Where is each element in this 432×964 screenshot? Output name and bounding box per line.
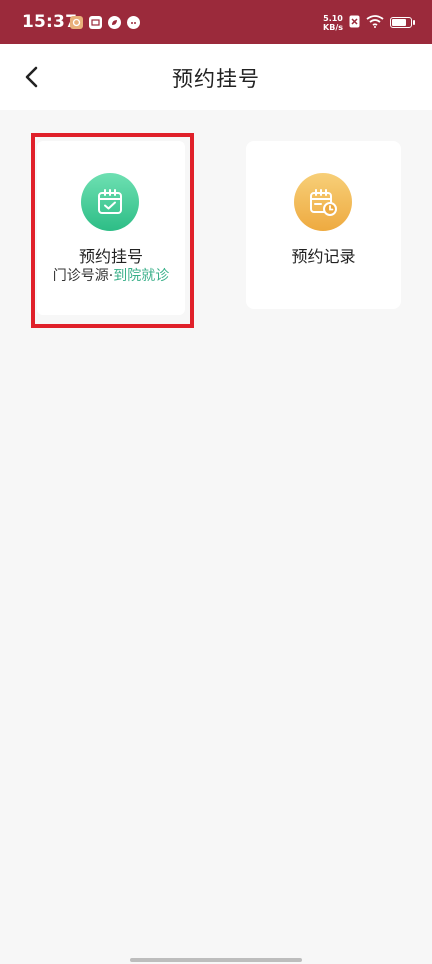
system-icons: 5.10 KB/s xyxy=(323,13,415,32)
records-icon-circle xyxy=(294,173,352,231)
network-speed-unit: KB/s xyxy=(323,22,343,32)
message-notification-icon xyxy=(89,16,102,29)
subtitle-main: 门诊号源 xyxy=(52,268,109,284)
leaf-notification-icon xyxy=(108,16,121,29)
notification-icons xyxy=(70,16,140,29)
cat-notification-icon xyxy=(127,16,140,29)
app-notification-icon xyxy=(70,16,83,29)
register-icon-circle xyxy=(81,173,139,231)
subtitle-accent: 到院就诊 xyxy=(113,268,170,284)
calendar-check-icon xyxy=(98,189,122,214)
register-card[interactable]: 预约挂号 门诊号源·到院就诊 xyxy=(37,141,185,315)
records-card[interactable]: 预约记录 xyxy=(246,141,401,309)
network-speed-value: 5.10 xyxy=(323,13,343,23)
register-card-title: 预约挂号 xyxy=(78,247,143,266)
sim-off-icon xyxy=(349,13,360,32)
status-bar: 15:37 5.10 KB/s xyxy=(0,0,432,44)
status-time: 15:37 xyxy=(22,12,78,32)
battery-icon xyxy=(390,17,415,28)
wifi-icon xyxy=(366,13,384,32)
records-card-title: 预约记录 xyxy=(291,247,356,266)
register-card-subtitle: 门诊号源·到院就诊 xyxy=(37,265,185,285)
calendar-clock-icon xyxy=(310,189,337,216)
network-speed: 5.10 KB/s xyxy=(323,14,343,32)
header: 预约挂号 xyxy=(0,44,432,110)
page-title: 预约挂号 xyxy=(172,67,260,91)
home-indicator[interactable] xyxy=(130,958,302,962)
